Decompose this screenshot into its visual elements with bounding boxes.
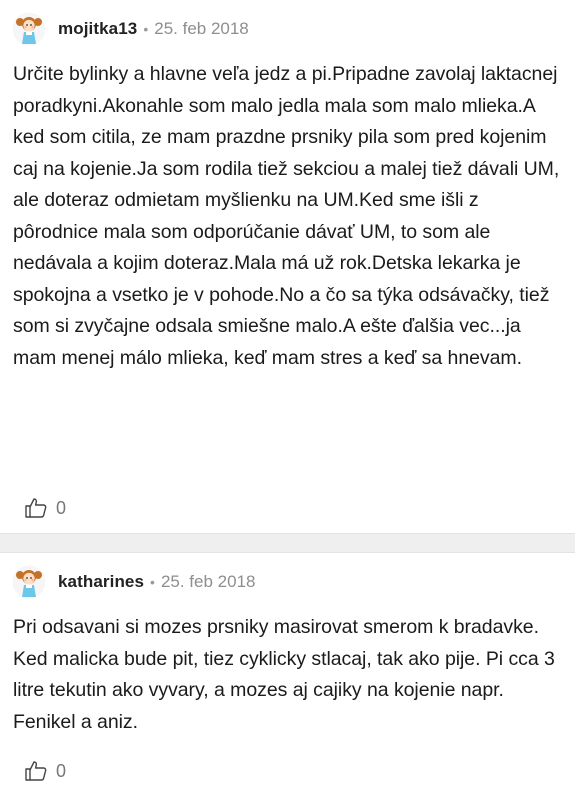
comment-item: katharines • 25. feb 2018 Pri odsavani s… xyxy=(0,553,575,806)
thumbs-up-icon[interactable] xyxy=(24,496,48,520)
separator-dot: • xyxy=(150,574,155,590)
like-count: 0 xyxy=(56,760,67,781)
separator-dot: • xyxy=(143,21,149,37)
comment-header: mojitka13 • 25. feb 2018 xyxy=(12,12,249,46)
comment-date: 25. feb 2018 xyxy=(154,19,249,38)
comment-date: 25. feb 2018 xyxy=(160,572,256,591)
comment-text: Pri odsavani si mozes prsniky masirovat … xyxy=(13,616,555,733)
comment-text: Určite bylinky a hlavne veľa jedz a pi.P… xyxy=(13,63,560,369)
like-button[interactable]: 0 xyxy=(24,496,66,520)
comment-divider xyxy=(0,533,575,553)
thumbs-up-icon[interactable] xyxy=(24,759,48,783)
doll-avatar-icon[interactable] xyxy=(12,12,46,46)
username[interactable]: mojitka13 xyxy=(58,19,137,39)
like-count: 0 xyxy=(56,497,67,518)
comment-header: katharines • 25. feb 2018 xyxy=(12,565,255,599)
like-button[interactable]: 0 xyxy=(24,759,66,783)
comment-item: mojitka13 • 25. feb 2018 Určite bylinky … xyxy=(0,0,575,533)
username[interactable]: katharines xyxy=(58,572,144,592)
doll-avatar-icon[interactable] xyxy=(12,565,46,599)
